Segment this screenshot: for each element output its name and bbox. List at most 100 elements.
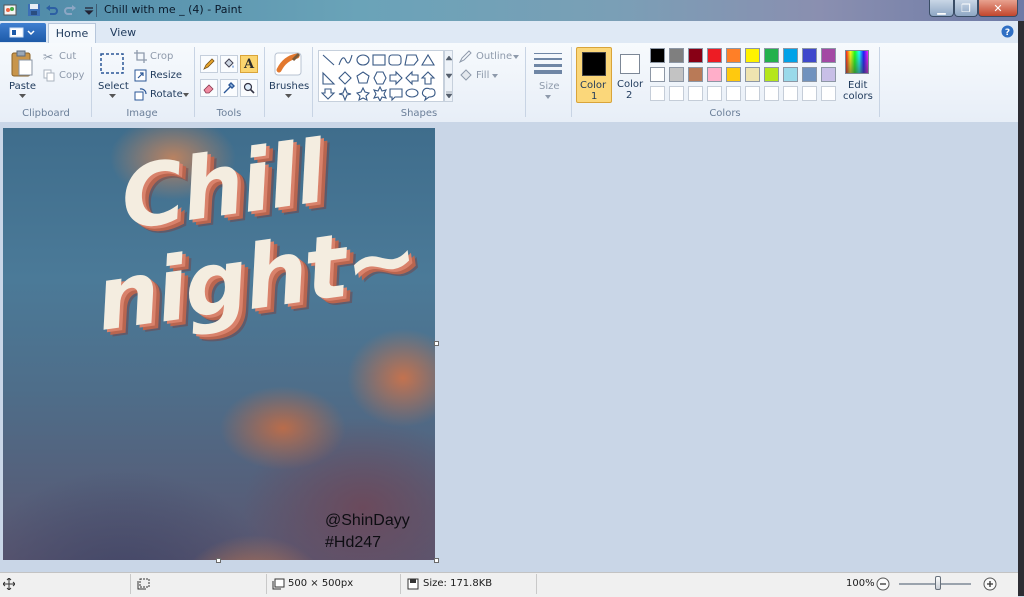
palette-color-swatch[interactable] <box>726 48 741 63</box>
rotate-icon <box>134 88 147 101</box>
resize-handle-right[interactable] <box>434 341 439 346</box>
clipboard-group-label: Clipboard <box>22 108 70 119</box>
palette-color-swatch[interactable] <box>783 48 798 63</box>
palette-color-swatch[interactable] <box>688 67 703 82</box>
palette-color-swatch[interactable] <box>764 67 779 82</box>
palette-color-swatch[interactable] <box>707 67 722 82</box>
resize-icon <box>134 69 147 82</box>
palette-custom-slot[interactable] <box>650 86 665 101</box>
brush-icon <box>274 52 302 76</box>
palette-color-swatch[interactable] <box>821 48 836 63</box>
palette-custom-slot[interactable] <box>688 86 703 101</box>
color-palette <box>650 48 840 104</box>
zoom-in-button[interactable] <box>983 577 997 591</box>
shapes-scroll-arrows-icon <box>446 56 452 98</box>
edit-colors-label-2: colors <box>843 91 873 102</box>
text-tool[interactable]: A <box>240 55 258 73</box>
zoom-slider-thumb[interactable] <box>935 576 941 590</box>
file-menu-button[interactable] <box>0 23 46 42</box>
palette-color-swatch[interactable] <box>802 48 817 63</box>
size-button[interactable]: Size <box>531 48 565 104</box>
resize-handle-corner[interactable] <box>434 558 439 563</box>
close-button[interactable]: ✕ <box>978 0 1018 17</box>
brushes-button[interactable]: Brushes <box>268 48 310 104</box>
maximize-button[interactable]: ❐ <box>954 0 978 17</box>
paste-button[interactable]: Paste <box>6 48 38 104</box>
redo-icon[interactable] <box>63 3 77 17</box>
save-icon[interactable] <box>27 3 41 17</box>
outline-label: Outline <box>476 51 513 62</box>
eraser-tool[interactable] <box>200 79 218 97</box>
select-icon <box>100 53 124 74</box>
text-icon: A <box>243 56 255 72</box>
edit-colors-label: Edit <box>848 80 868 91</box>
resize-handle-bottom[interactable] <box>216 558 221 563</box>
minimize-icon: ▁ <box>937 1 946 15</box>
color-picker-tool[interactable] <box>220 79 238 97</box>
color1-button[interactable]: Color 1 <box>576 47 612 103</box>
selection-size-icon <box>137 578 150 590</box>
zoom-out-icon <box>876 577 890 591</box>
file-menu-icon <box>9 27 35 38</box>
fill-dropdown-icon <box>492 74 498 78</box>
drawing-canvas[interactable]: Chill night~ @ShinDayy #Hd247 <box>3 128 435 560</box>
palette-custom-slot[interactable] <box>764 86 779 101</box>
paste-icon <box>11 50 33 77</box>
undo-icon[interactable] <box>45 3 59 17</box>
color1-label: Color <box>580 80 607 91</box>
select-button[interactable]: Select <box>96 48 129 104</box>
help-icon[interactable]: ? <box>1001 25 1014 38</box>
palette-color-swatch[interactable] <box>745 48 760 63</box>
resize-label: Resize <box>150 70 183 81</box>
brushes-dropdown-icon <box>285 94 292 98</box>
palette-custom-slot[interactable] <box>669 86 684 101</box>
zoom-in-icon <box>983 577 997 591</box>
magnifier-icon <box>243 82 255 94</box>
shapes-scrollbar[interactable] <box>444 50 453 102</box>
palette-custom-slot[interactable] <box>745 86 760 101</box>
copy-label: Copy <box>59 70 85 81</box>
palette-custom-slot[interactable] <box>783 86 798 101</box>
palette-custom-slot[interactable] <box>726 86 741 101</box>
color2-button[interactable]: Color 2 <box>614 47 646 103</box>
cursor-position-icon <box>3 578 15 590</box>
outline-dropdown-icon <box>513 55 519 59</box>
palette-color-swatch[interactable] <box>745 67 760 82</box>
fill-tool[interactable] <box>220 55 238 73</box>
brushes-label: Brushes <box>269 81 310 92</box>
status-separator <box>536 574 537 594</box>
desktop-edge <box>1018 21 1024 596</box>
credit-hashtag: #Hd247 <box>325 534 382 551</box>
palette-color-swatch[interactable] <box>669 67 684 82</box>
tools-group-label: Tools <box>216 108 242 119</box>
palette-custom-slot[interactable] <box>707 86 722 101</box>
ribbon-separator <box>312 47 313 117</box>
edit-colors-button[interactable]: Edit colors <box>840 48 874 104</box>
palette-color-swatch[interactable] <box>821 67 836 82</box>
palette-color-swatch[interactable] <box>726 67 741 82</box>
zoom-out-button[interactable] <box>876 577 890 591</box>
paint-app-icon[interactable] <box>3 3 17 17</box>
shapes-gallery[interactable] <box>318 50 444 102</box>
maximize-icon: ❐ <box>961 1 971 15</box>
palette-color-swatch[interactable] <box>688 48 703 63</box>
palette-color-swatch[interactable] <box>669 48 684 63</box>
tab-home[interactable]: Home <box>48 23 96 43</box>
palette-custom-slot[interactable] <box>821 86 836 101</box>
palette-color-swatch[interactable] <box>707 48 722 63</box>
magnifier-tool[interactable] <box>240 79 258 97</box>
ribbon-separator <box>525 47 526 117</box>
minimize-button[interactable]: ▁ <box>929 0 954 17</box>
palette-color-swatch[interactable] <box>764 48 779 63</box>
color1-swatch <box>582 52 606 76</box>
palette-color-swatch[interactable] <box>802 67 817 82</box>
palette-custom-slot[interactable] <box>802 86 817 101</box>
palette-color-swatch[interactable] <box>783 67 798 82</box>
pencil-tool[interactable] <box>200 55 218 73</box>
customize-qa-icon[interactable] <box>82 3 96 17</box>
palette-color-swatch[interactable] <box>650 67 665 82</box>
palette-color-swatch[interactable] <box>650 48 665 63</box>
color2-label: Color <box>617 79 644 90</box>
tab-view[interactable]: View <box>98 23 148 43</box>
disk-icon <box>407 578 419 590</box>
